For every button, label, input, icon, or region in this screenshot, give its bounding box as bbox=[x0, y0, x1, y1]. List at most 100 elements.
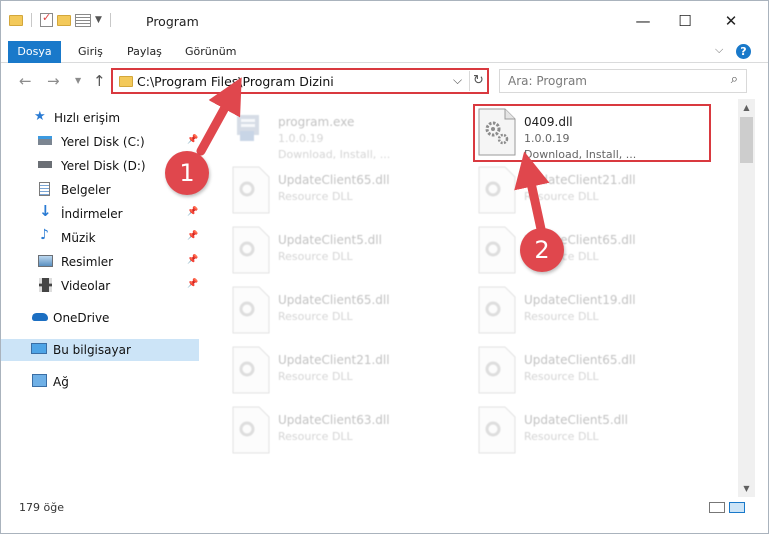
dll-file-icon bbox=[477, 405, 517, 455]
view-switcher bbox=[709, 502, 745, 513]
sidebar-item-pictures[interactable]: Resimler 📌 bbox=[1, 251, 201, 273]
pin-icon[interactable]: 📌 bbox=[187, 255, 198, 265]
vertical-scrollbar[interactable]: ▲ ▼ bbox=[738, 99, 755, 497]
tab-home[interactable]: Giriş bbox=[78, 41, 103, 63]
document-icon bbox=[39, 182, 50, 196]
item-count: 179 öğe bbox=[19, 501, 64, 514]
address-bar[interactable]: C:\Program Files\Program Dizini ⌵ ↻ bbox=[111, 68, 489, 94]
view-details-icon[interactable] bbox=[75, 13, 91, 27]
file-item[interactable]: UpdateClient5.dll Resource DLL bbox=[477, 405, 717, 455]
new-folder-icon[interactable] bbox=[57, 14, 71, 26]
toolbar-divider bbox=[31, 13, 32, 27]
sidebar-item-label: Hızlı erişim bbox=[54, 111, 121, 125]
star-icon: ★ bbox=[34, 109, 46, 124]
sidebar-item-onedrive[interactable]: OneDrive bbox=[1, 307, 201, 329]
file-description: Resource DLL bbox=[278, 310, 353, 323]
window-title: Program bbox=[146, 14, 199, 29]
sidebar-item-downloads[interactable]: ↓ İndirmeler 📌 bbox=[1, 203, 201, 225]
pictures-icon bbox=[38, 255, 53, 267]
file-name: UpdateClient21.dll bbox=[524, 173, 636, 187]
explorer-window: ▼ Program — ☐ ✕ Dosya Giriş Paylaş Görün… bbox=[0, 0, 769, 534]
address-dropdown-icon[interactable]: ⌵ bbox=[453, 73, 462, 88]
sidebar-item-label: Videolar bbox=[61, 279, 111, 293]
file-item[interactable]: UpdateClient21.dll Resource DLL bbox=[231, 345, 471, 395]
search-box[interactable]: Ara: Program ⌕ bbox=[499, 69, 747, 93]
annotation-marker-1: 1 bbox=[165, 151, 209, 195]
status-bar: 179 öğe bbox=[1, 497, 768, 519]
address-path[interactable]: C:\Program Files\Program Dizini bbox=[137, 74, 334, 89]
file-name: UpdateClient5.dll bbox=[278, 233, 382, 247]
sidebar-item-label: OneDrive bbox=[53, 311, 110, 325]
sidebar-item-label: Müzik bbox=[61, 231, 96, 245]
dll-file-icon bbox=[477, 285, 517, 335]
up-button[interactable]: ↑ bbox=[93, 72, 106, 90]
file-item[interactable]: UpdateClient63.dll Resource DLL bbox=[231, 405, 471, 455]
file-name: UpdateClient65.dll bbox=[278, 293, 390, 307]
pin-icon[interactable]: 📌 bbox=[187, 207, 198, 217]
help-icon[interactable]: ? bbox=[736, 44, 751, 59]
file-item[interactable]: UpdateClient21.dll Resource DLL bbox=[477, 165, 717, 215]
title-bar: ▼ Program — ☐ ✕ bbox=[1, 1, 768, 41]
cloud-icon bbox=[32, 313, 48, 321]
search-icon: ⌕ bbox=[730, 72, 738, 87]
sidebar-item-label: Ağ bbox=[53, 375, 69, 389]
tab-view[interactable]: Görünüm bbox=[185, 41, 236, 63]
sidebar-item-network[interactable]: Ağ bbox=[1, 371, 201, 393]
file-name: UpdateClient65.dll bbox=[278, 173, 390, 187]
scroll-up-icon[interactable]: ▲ bbox=[738, 99, 755, 116]
expand-ribbon-icon[interactable]: ⌵ bbox=[715, 43, 723, 57]
file-item[interactable]: UpdateClient65.dll Resource DLL bbox=[477, 345, 717, 395]
file-item[interactable]: UpdateClient65.dll Resource DLL bbox=[231, 285, 471, 335]
sidebar-item-videos[interactable]: Videolar 📌 bbox=[1, 275, 201, 297]
dll-file-icon bbox=[477, 225, 517, 275]
file-item[interactable]: program.exe 1.0.0.19 Download, Install, … bbox=[231, 107, 471, 161]
maximize-button[interactable]: ☐ bbox=[671, 9, 699, 33]
tab-file[interactable]: Dosya bbox=[8, 41, 61, 63]
sidebar-item-label: Belgeler bbox=[61, 183, 111, 197]
file-description: Resource DLL bbox=[524, 430, 599, 443]
scroll-thumb[interactable] bbox=[740, 117, 753, 163]
search-input[interactable]: Ara: Program bbox=[508, 74, 587, 88]
forward-button[interactable]: → bbox=[47, 72, 60, 90]
sidebar-item-quick-access[interactable]: ★ Hızlı erişim bbox=[1, 107, 201, 129]
file-item[interactable]: UpdateClient65.dll Resource DLL bbox=[231, 165, 471, 215]
refresh-icon[interactable]: ↻ bbox=[469, 71, 487, 91]
sidebar-item-this-pc[interactable]: Bu bilgisayar bbox=[1, 339, 199, 361]
details-view-icon[interactable] bbox=[709, 502, 725, 513]
dll-file-icon bbox=[231, 165, 271, 215]
tab-share[interactable]: Paylaş bbox=[127, 41, 162, 63]
file-name: UpdateClient19.dll bbox=[524, 293, 636, 307]
folder-icon[interactable] bbox=[9, 14, 23, 26]
toolbar-divider bbox=[109, 13, 111, 27]
dll-file-icon bbox=[477, 165, 517, 215]
pin-icon[interactable]: 📌 bbox=[187, 135, 198, 145]
recent-locations-icon[interactable]: ▼ bbox=[75, 76, 81, 85]
file-description: Resource DLL bbox=[278, 250, 353, 263]
file-name: UpdateClient21.dll bbox=[278, 353, 390, 367]
file-name: UpdateClient65.dll bbox=[524, 353, 636, 367]
pin-icon[interactable]: 📌 bbox=[187, 279, 198, 289]
exe-file-icon bbox=[231, 107, 271, 157]
file-description: Resource DLL bbox=[524, 190, 599, 203]
video-icon bbox=[39, 278, 52, 292]
download-icon: ↓ bbox=[39, 202, 52, 220]
sidebar-item-music[interactable]: ♪ Müzik 📌 bbox=[1, 227, 201, 249]
sidebar-item-disk-c[interactable]: Yerel Disk (C:) 📌 bbox=[1, 131, 201, 153]
computer-icon bbox=[31, 343, 47, 354]
navigation-bar: ← → ▼ ↑ C:\Program Files\Program Dizini … bbox=[1, 63, 768, 99]
file-description: Download, Install, ... bbox=[278, 148, 391, 161]
large-icons-view-icon[interactable] bbox=[729, 502, 745, 513]
sidebar-item-label: İndirmeler bbox=[61, 207, 123, 221]
sidebar-item-label: Yerel Disk (D:) bbox=[61, 159, 146, 173]
minimize-button[interactable]: — bbox=[629, 9, 657, 33]
close-button[interactable]: ✕ bbox=[717, 9, 745, 33]
dll-file-icon bbox=[477, 345, 517, 395]
scroll-down-icon[interactable]: ▼ bbox=[738, 480, 755, 497]
customize-dropdown-icon[interactable]: ▼ bbox=[95, 15, 102, 25]
pin-icon[interactable]: 📌 bbox=[187, 231, 198, 241]
properties-icon[interactable] bbox=[40, 11, 53, 27]
file-item[interactable]: UpdateClient5.dll Resource DLL bbox=[231, 225, 471, 275]
file-item[interactable]: UpdateClient19.dll Resource DLL bbox=[477, 285, 717, 335]
back-button[interactable]: ← bbox=[19, 72, 32, 90]
file-item[interactable]: UpdateClient65.dll Resource DLL bbox=[477, 225, 717, 275]
